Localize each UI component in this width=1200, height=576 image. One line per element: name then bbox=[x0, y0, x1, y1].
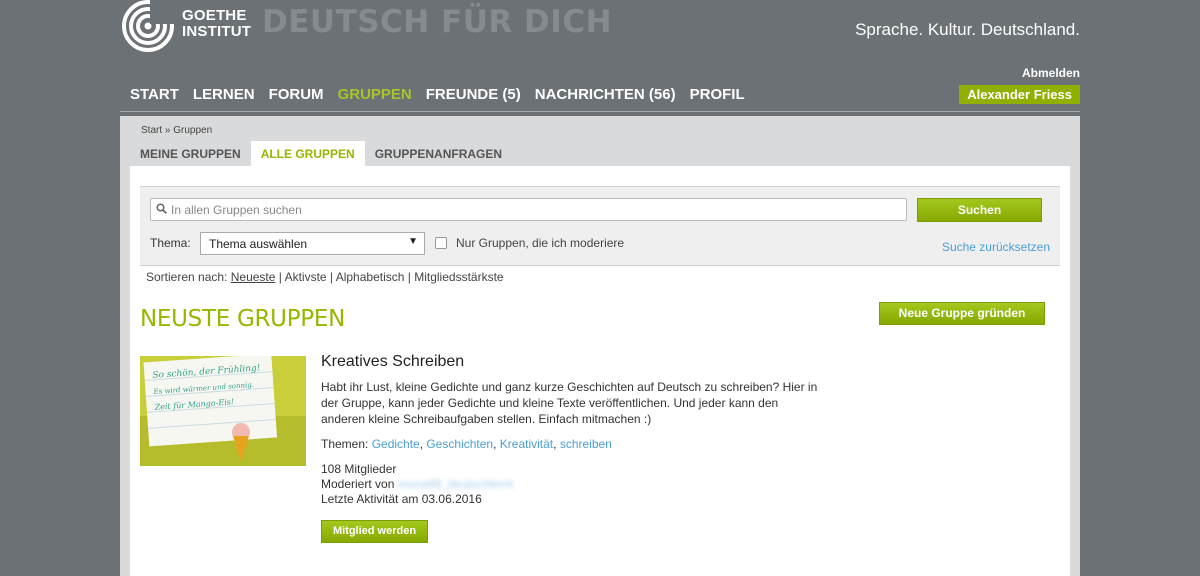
topic-kreativitaet[interactable]: Kreativität bbox=[500, 437, 553, 451]
topic-gedichte[interactable]: Gedichte bbox=[372, 437, 420, 451]
moderate-only-label: Nur Gruppen, die ich moderiere bbox=[456, 236, 625, 250]
topic-geschichten[interactable]: Geschichten bbox=[426, 437, 493, 451]
reset-search-link[interactable]: Suche zurücksetzen bbox=[942, 240, 1050, 254]
moderated-by-label: Moderiert von bbox=[321, 477, 395, 491]
nav-item-freunde[interactable]: FREUNDE (5) bbox=[426, 86, 521, 103]
sort-aktivste[interactable]: Aktivste bbox=[285, 270, 327, 284]
search-button[interactable]: Suchen bbox=[917, 198, 1042, 222]
main-nav: START LERNEN FORUM GRUPPEN FREUNDE (5) N… bbox=[130, 86, 745, 103]
theme-select[interactable]: Thema auswählen ▼ bbox=[200, 232, 425, 255]
nav-item-forum[interactable]: FORUM bbox=[269, 86, 324, 103]
member-count: 108 Mitglieder bbox=[321, 462, 397, 476]
nav-item-nachrichten[interactable]: NACHRICHTEN (56) bbox=[535, 86, 676, 103]
user-name-badge[interactable]: Alexander Friess bbox=[959, 85, 1080, 104]
sort-label: Sortieren nach: bbox=[146, 270, 228, 284]
breadcrumb: Start » Gruppen bbox=[141, 125, 213, 136]
group-tabs: MEINE GRUPPEN ALLE GRUPPEN GRUPPENANFRAG… bbox=[130, 141, 512, 166]
topics-label: Themen: bbox=[321, 437, 369, 451]
logo-text: GOETHE INSTITUT bbox=[182, 8, 251, 40]
topic-schreiben[interactable]: schreiben bbox=[560, 437, 612, 451]
goethe-institut-logo[interactable]: GOETHE INSTITUT bbox=[120, 0, 251, 52]
new-group-button[interactable]: Neue Gruppe gründen bbox=[879, 302, 1045, 325]
slogan: Sprache. Kultur. Deutschland. bbox=[855, 20, 1080, 39]
content-frame: Start » Gruppen MEINE GRUPPEN ALLE GRUPP… bbox=[120, 116, 1080, 576]
logout-link[interactable]: Abmelden bbox=[1022, 66, 1080, 80]
group-name[interactable]: Kreatives Schreiben bbox=[321, 353, 464, 371]
moderate-only-checkbox[interactable] bbox=[435, 237, 447, 249]
sort-alphabetisch[interactable]: Alphabetisch bbox=[336, 270, 405, 284]
nav-item-gruppen[interactable]: GRUPPEN bbox=[338, 86, 412, 103]
group-description: Habt ihr Lust, kleine Gedichte und ganz … bbox=[321, 380, 818, 426]
group-topics: Themen: Gedichte, Geschichten, Kreativit… bbox=[321, 437, 612, 451]
moderated-by: Moderiert von mona99_deutschlernt bbox=[321, 477, 513, 492]
sort-neueste[interactable]: Neueste bbox=[231, 270, 276, 284]
goethe-logo-icon bbox=[122, 0, 176, 52]
sort-bar: Sortieren nach: Neueste | Aktivste | Alp… bbox=[146, 270, 504, 284]
nav-divider bbox=[120, 111, 1080, 112]
group-meta: 108 Mitglieder Moderiert von mona99_deut… bbox=[321, 462, 513, 507]
last-activity: Letzte Aktivität am 03.06.2016 bbox=[321, 492, 482, 506]
moderator-link[interactable]: mona99_deutschlernt bbox=[398, 477, 513, 491]
search-input[interactable] bbox=[171, 202, 891, 217]
group-thumbnail[interactable]: So schön, der Frühling! Es wird wärmer u… bbox=[140, 356, 306, 466]
join-group-button[interactable]: Mitglied werden bbox=[321, 520, 428, 543]
nav-item-start[interactable]: START bbox=[130, 86, 179, 103]
site-title: DEUTSCH FÜR DICH bbox=[262, 4, 613, 40]
logo-line1: GOETHE bbox=[182, 7, 247, 24]
logo-line2: INSTITUT bbox=[182, 23, 252, 40]
tab-meine-gruppen[interactable]: MEINE GRUPPEN bbox=[130, 141, 251, 166]
nav-item-lernen[interactable]: LERNEN bbox=[193, 86, 255, 103]
dropdown-arrow-icon: ▼ bbox=[408, 236, 418, 247]
search-icon bbox=[151, 202, 171, 217]
sort-mitgliedsstaerkste[interactable]: Mitgliedsstärkste bbox=[414, 270, 503, 284]
search-panel: Suchen Thema: Thema auswählen ▼ Nur Grup… bbox=[140, 186, 1060, 266]
tab-alle-gruppen[interactable]: ALLE GRUPPEN bbox=[250, 141, 365, 166]
theme-select-value: Thema auswählen bbox=[209, 237, 308, 251]
nav-item-profil[interactable]: PROFIL bbox=[690, 86, 745, 103]
main-panel: Suchen Thema: Thema auswählen ▼ Nur Grup… bbox=[130, 166, 1070, 576]
section-title: NEUSTE GRUPPEN bbox=[140, 306, 345, 332]
tab-gruppenanfragen[interactable]: GRUPPENANFRAGEN bbox=[365, 141, 512, 166]
search-input-wrapper[interactable] bbox=[150, 198, 907, 221]
theme-label: Thema: bbox=[150, 236, 191, 250]
